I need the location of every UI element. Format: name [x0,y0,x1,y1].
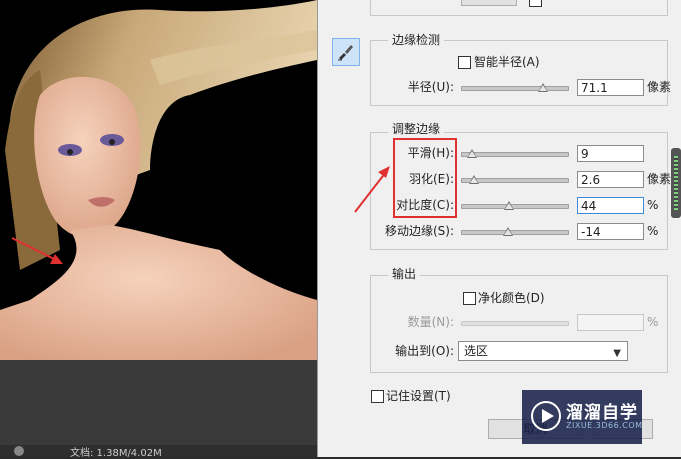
amount-slider [461,321,569,326]
portrait-image [0,0,317,360]
view-mode-button[interactable] [461,0,517,6]
amount-label: 数量(N): [407,315,454,329]
shift-edge-input[interactable]: -14 [577,223,644,240]
output-to-label: 输出到(O): [395,344,454,358]
shift-edge-slider[interactable] [461,227,569,236]
smooth-input[interactable]: 9 [577,145,644,162]
feather-input[interactable]: 2.6 [577,171,644,188]
status-icon [14,446,24,456]
shift-edge-slider-thumb[interactable] [502,227,513,236]
amount-input [577,314,644,331]
chevron-down-icon: ▼ [613,348,621,359]
radius-slider-thumb[interactable] [537,83,548,92]
contrast-input[interactable]: 44 [577,197,644,214]
shift-edge-unit: % [647,224,659,238]
output-to-select[interactable]: 选区 ▼ [458,341,628,361]
edge-detection-title: 边缘检测 [388,33,445,47]
feather-unit: 像素 [647,172,672,186]
smart-radius-checkbox[interactable] [458,56,471,69]
decontaminate-label: 净化颜色(D) [478,291,545,305]
feather-slider[interactable] [461,175,569,184]
radius-slider[interactable] [461,83,569,92]
radius-unit: 像素 [647,80,672,94]
scrollbar-handle[interactable] [671,148,681,218]
output-to-value: 选区 [464,344,489,358]
smart-radius-label: 智能半径(A) [474,55,540,69]
contrast-slider[interactable] [461,201,569,210]
show-radius-checkbox[interactable] [529,0,542,7]
shift-edge-label: 移动边缘(S): [384,224,454,238]
output-title: 输出 [388,267,421,281]
status-bar: 文档: 1.38M/4.02M [0,445,317,459]
remember-settings-label: 记住设置(T) [386,389,451,403]
amount-unit: % [647,315,659,329]
radius-label: 半径(U): [407,80,454,94]
refine-edge-dialog: 边缘检测 智能半径(A) 半径(U): 71.1 像素 调整边缘 平滑(H): … [317,0,681,457]
decontaminate-checkbox[interactable] [463,292,476,305]
image-canvas[interactable] [0,0,317,360]
smooth-slider-thumb[interactable] [466,149,477,158]
watermark-url: ZIXUE.3D66.COM [566,421,643,430]
play-logo-icon [531,401,561,431]
brush-icon [338,45,353,61]
canvas-background [0,360,317,457]
radius-input[interactable]: 71.1 [577,79,644,96]
smooth-slider[interactable] [461,149,569,158]
watermark-title: 溜溜自学 [566,403,638,423]
contrast-slider-thumb[interactable] [503,201,514,210]
contrast-unit: % [647,198,659,212]
refine-radius-tool-button[interactable] [332,38,360,66]
edge-detection-group [370,40,668,106]
remember-settings-checkbox[interactable] [371,390,384,403]
feather-slider-thumb[interactable] [468,175,479,184]
adjust-edge-title: 调整边缘 [388,122,445,136]
watermark-logo: 溜溜自学 ZIXUE.3D66.COM [522,390,642,444]
view-mode-group [370,0,668,16]
highlight-box [393,138,457,218]
